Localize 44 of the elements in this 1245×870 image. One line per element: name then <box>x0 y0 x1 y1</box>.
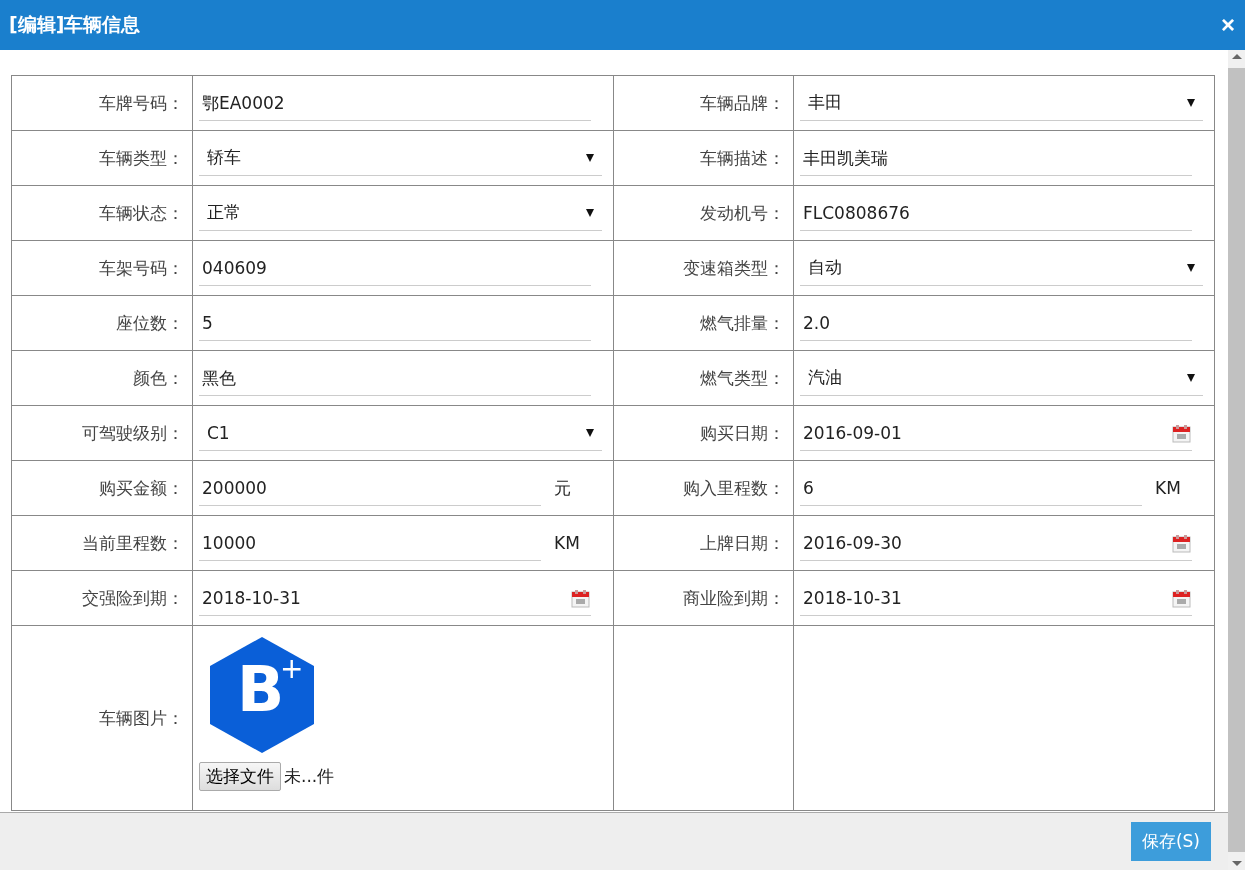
field-label: 燃气类型： <box>700 367 785 388</box>
field-label: 商业险到期： <box>683 587 785 608</box>
close-button[interactable]: × <box>1221 13 1235 37</box>
calendar-icon[interactable] <box>1172 588 1191 608</box>
unit-label: KM <box>1155 478 1181 498</box>
scroll-down-icon[interactable] <box>1231 861 1242 866</box>
input-field[interactable]: 200000 <box>199 470 541 506</box>
caret-icon <box>586 428 594 437</box>
calendar-icon[interactable] <box>1172 533 1191 553</box>
field-label: 座位数： <box>116 312 184 333</box>
field-label: 车辆状态： <box>99 202 184 223</box>
field-label: 车辆品牌： <box>700 92 785 113</box>
caret-icon <box>586 208 594 217</box>
field-label: 发动机号： <box>700 202 785 223</box>
scroll-up-icon[interactable] <box>1231 54 1242 59</box>
caret-icon <box>1187 263 1195 272</box>
unit-label: KM <box>554 533 580 553</box>
logo-image: B+ <box>210 637 314 753</box>
field-label: 当前里程数： <box>82 532 184 553</box>
field-label: 购买金额： <box>99 477 184 498</box>
field-label: 购入里程数： <box>683 477 785 498</box>
field-label: 车辆图片： <box>99 707 184 728</box>
field-label: 可驾驶级别： <box>82 422 184 443</box>
caret-icon <box>1187 98 1195 107</box>
field-label: 车辆类型： <box>99 147 184 168</box>
choose-file-button[interactable]: 选择文件 <box>199 762 281 791</box>
unit-label: 元 <box>554 476 571 500</box>
caret-icon <box>1187 373 1195 382</box>
field-label: 车牌号码： <box>99 92 184 113</box>
field-label: 车架号码： <box>99 257 184 278</box>
field-label: 颜色： <box>133 367 184 388</box>
field-label: 交强险到期： <box>82 587 184 608</box>
field-label: 上牌日期： <box>700 532 785 553</box>
field-label: 购买日期： <box>700 422 785 443</box>
caret-icon <box>586 153 594 162</box>
field-label: 变速箱类型： <box>683 257 785 278</box>
field-label: 燃气排量： <box>700 312 785 333</box>
input-field[interactable]: 10000 <box>199 525 541 561</box>
window-title: [编辑]车辆信息 <box>9 12 141 37</box>
file-status: 未...件 <box>284 765 335 788</box>
field-label: 车辆描述： <box>700 147 785 168</box>
calendar-icon[interactable] <box>571 588 590 608</box>
calendar-icon[interactable] <box>1172 423 1191 443</box>
input-field[interactable]: 6 <box>800 470 1142 506</box>
